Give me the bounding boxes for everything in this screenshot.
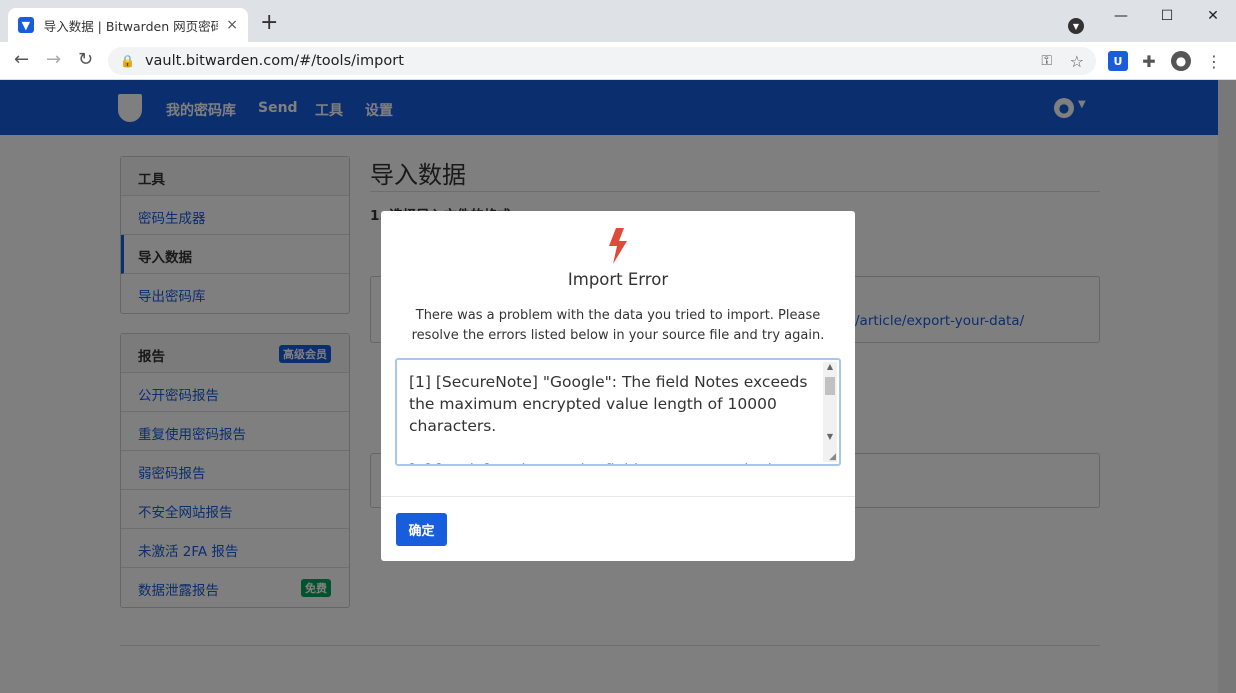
error-list-textarea[interactable]: [1] [SecureNote] "Google": The field Not… bbox=[395, 358, 841, 466]
browser-tab-bar: ▼ 导入数据 | Bitwarden 网页密码库 × + ▼ — ☐ ✕ bbox=[0, 0, 1236, 42]
error-list-scrollbar[interactable]: ▲ ▼ bbox=[823, 362, 837, 462]
url-text: vault.bitwarden.com/#/tools/import bbox=[144, 53, 404, 69]
key-icon[interactable]: ⚿ bbox=[1041, 53, 1052, 69]
browser-tab[interactable]: ▼ 导入数据 | Bitwarden 网页密码库 × bbox=[8, 8, 248, 42]
lock-icon[interactable]: 🔒 bbox=[120, 54, 135, 68]
minimize-icon[interactable]: — bbox=[1098, 0, 1144, 32]
maximize-icon[interactable]: ☐ bbox=[1144, 0, 1190, 32]
bitwarden-favicon-icon: ▼ bbox=[18, 17, 34, 33]
bitwarden-extension-icon[interactable]: U bbox=[1108, 51, 1128, 71]
address-bar[interactable]: 🔒 vault.bitwarden.com/#/tools/import ⚿ ☆ bbox=[108, 47, 1096, 75]
scroll-thumb[interactable] bbox=[825, 377, 835, 395]
menu-kebab-icon[interactable]: ⋮ bbox=[1204, 51, 1224, 71]
dialog-footer-divider bbox=[381, 496, 855, 497]
browser-toolbar: ← → ↻ 🔒 vault.bitwarden.com/#/tools/impo… bbox=[0, 42, 1236, 80]
dialog-title: Import Error bbox=[567, 270, 669, 289]
bookmark-star-icon[interactable]: ☆ bbox=[1070, 52, 1084, 71]
tab-search-icon[interactable]: ▼ bbox=[1068, 18, 1084, 34]
back-icon[interactable]: ← bbox=[14, 50, 29, 70]
reload-icon[interactable]: ↻ bbox=[78, 50, 93, 70]
scroll-up-icon[interactable]: ▲ bbox=[823, 362, 837, 374]
ok-button[interactable]: 确定 bbox=[396, 513, 447, 546]
tab-close-icon[interactable]: × bbox=[226, 17, 238, 33]
new-tab-button[interactable]: + bbox=[260, 12, 278, 34]
error-list-text: [1] [SecureNote] "Google": The field Not… bbox=[409, 373, 808, 464]
tab-title: 导入数据 | Bitwarden 网页密码库 bbox=[43, 18, 219, 34]
dialog-description: There was a problem with the data you tr… bbox=[411, 308, 825, 343]
bolt-icon bbox=[381, 225, 855, 264]
extensions-puzzle-icon[interactable]: ✚ bbox=[1139, 51, 1159, 71]
resize-grip-icon[interactable]: ◢ bbox=[829, 452, 836, 462]
forward-icon[interactable]: → bbox=[46, 50, 61, 70]
close-window-icon[interactable]: ✕ bbox=[1190, 0, 1236, 32]
profile-avatar-icon[interactable]: ● bbox=[1171, 51, 1191, 71]
scroll-down-icon[interactable]: ▼ bbox=[823, 432, 837, 444]
import-error-dialog: Import Error There was a problem with th… bbox=[381, 211, 855, 561]
